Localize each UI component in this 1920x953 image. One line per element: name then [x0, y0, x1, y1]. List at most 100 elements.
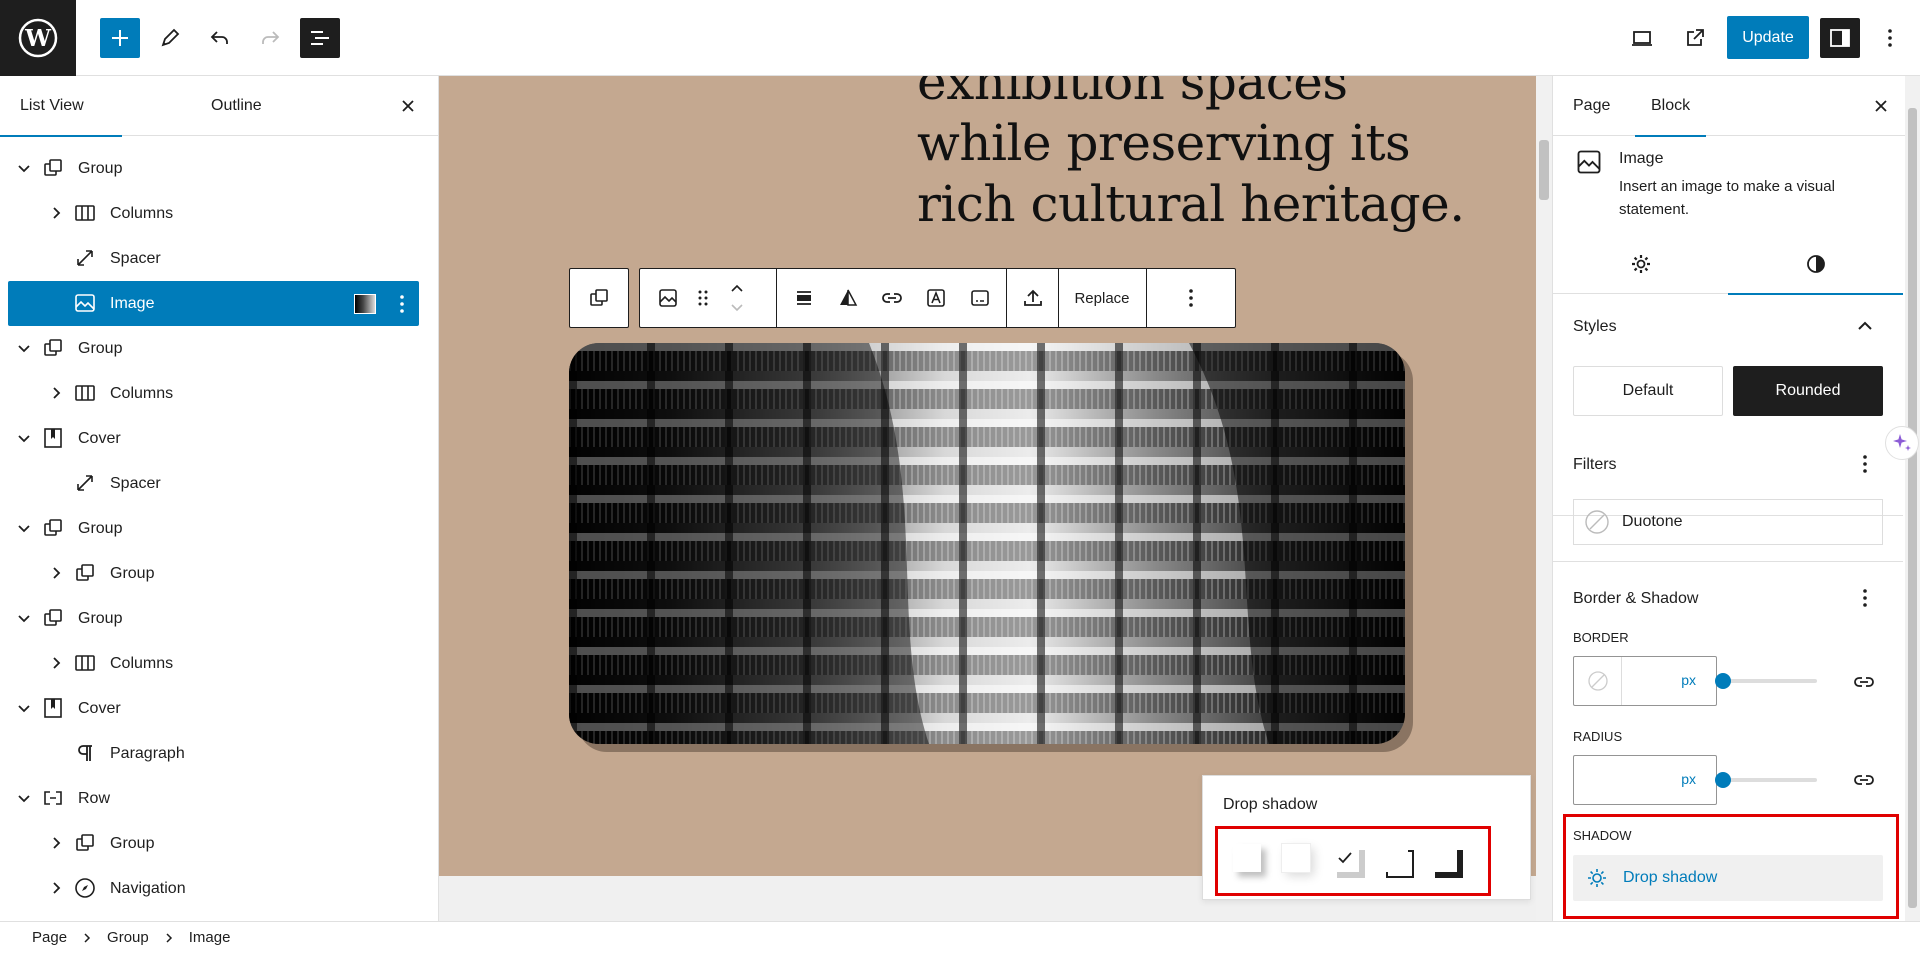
group-icon: [44, 609, 62, 626]
style-default-button[interactable]: Default: [1573, 366, 1723, 416]
add-text-over-image-button[interactable]: [914, 269, 958, 327]
shadow-preset-crisp[interactable]: [1429, 844, 1457, 872]
align-button[interactable]: [782, 269, 826, 327]
block-options-button[interactable]: [1147, 269, 1235, 327]
document-overview-button[interactable]: [300, 18, 340, 58]
shadow-preset-sharp[interactable]: [1331, 844, 1359, 872]
list-item-paragraph[interactable]: Paragraph: [8, 731, 419, 776]
list-item-columns[interactable]: Columns: [8, 371, 419, 416]
apply-duotone-button[interactable]: [826, 269, 870, 327]
style-rounded-button[interactable]: Rounded: [1733, 366, 1883, 416]
list-view-panel: List View Outline Group Columns Spacer Imag…: [0, 76, 439, 921]
add-block-button[interactable]: [100, 18, 140, 58]
move-up-down-buttons[interactable]: [720, 269, 754, 327]
list-item-spacer[interactable]: Spacer: [8, 461, 419, 506]
slider-knob[interactable]: [1715, 673, 1731, 689]
list-item-cover[interactable]: Cover: [8, 686, 419, 731]
duotone-picker[interactable]: Duotone: [1573, 499, 1883, 545]
tab-styles[interactable]: [1728, 234, 1903, 295]
drag-handle[interactable]: [688, 269, 718, 327]
border-color-swatch[interactable]: [1574, 657, 1622, 705]
more-vertical-icon[interactable]: [1853, 452, 1877, 476]
list-item-columns[interactable]: Columns: [8, 191, 419, 236]
list-item-group[interactable]: Group: [8, 326, 419, 371]
insert-link-button[interactable]: [870, 269, 914, 327]
breadcrumb-item[interactable]: Group: [107, 929, 149, 946]
tab-outline[interactable]: Outline: [211, 76, 262, 136]
ai-assistant-button[interactable]: [1885, 426, 1919, 460]
canvas-scroll-thumb[interactable]: [1539, 140, 1549, 200]
radius-input[interactable]: px: [1573, 755, 1717, 805]
settings-scroll-thumb[interactable]: [1908, 108, 1917, 908]
more-vertical-icon[interactable]: [1853, 586, 1877, 610]
shadow-preset-natural[interactable]: [1233, 844, 1261, 872]
chevron-down-icon[interactable]: [14, 158, 34, 178]
list-item-cover[interactable]: Cover: [8, 416, 419, 461]
styles-title[interactable]: Styles: [1573, 318, 1617, 336]
link-corners-icon[interactable]: [1852, 768, 1876, 792]
building-photo[interactable]: [569, 343, 1405, 744]
tab-list-view[interactable]: List View: [0, 76, 122, 137]
border-width-slider[interactable]: [1715, 673, 1817, 689]
chevron-right-icon[interactable]: [46, 563, 66, 583]
settings-scrollbar[interactable]: [1905, 76, 1920, 921]
tab-settings[interactable]: [1553, 234, 1728, 294]
view-page-button[interactable]: [1675, 18, 1715, 58]
list-item-spacer[interactable]: Spacer: [8, 236, 419, 281]
upload-button[interactable]: [1010, 269, 1056, 327]
chevron-right-icon[interactable]: [46, 833, 66, 853]
toolbar-separator: [1006, 269, 1007, 327]
list-item-row[interactable]: Row: [8, 776, 419, 821]
preview-button[interactable]: [1622, 18, 1662, 58]
block-type-image-button[interactable]: [648, 269, 688, 327]
border-unit[interactable]: px: [1681, 672, 1696, 688]
slider-knob[interactable]: [1715, 772, 1731, 788]
chevron-up-icon[interactable]: [1853, 314, 1877, 338]
list-item-navigation[interactable]: Navigation: [8, 866, 419, 911]
settings-toggle-button[interactable]: [1820, 18, 1860, 58]
shadow-preset-outlined[interactable]: [1380, 844, 1408, 872]
close-list-view-button[interactable]: [396, 94, 420, 118]
chevron-down-icon[interactable]: [14, 518, 34, 538]
wordpress-logo-button[interactable]: W: [0, 0, 76, 76]
shadow-preset-deep[interactable]: [1282, 844, 1310, 872]
chevron-down-icon[interactable]: [14, 698, 34, 718]
tab-page[interactable]: Page: [1573, 76, 1610, 136]
tab-block[interactable]: Block: [1634, 76, 1707, 137]
tools-button[interactable]: [150, 18, 190, 58]
list-item-columns[interactable]: Columns: [8, 641, 419, 686]
canvas-scrollbar[interactable]: [1536, 76, 1552, 921]
list-item-group[interactable]: Group: [8, 506, 419, 551]
radius-unit[interactable]: px: [1681, 771, 1696, 787]
chevron-down-icon[interactable]: [14, 428, 34, 448]
canvas-heading[interactable]: exhibition spaces while preserving its r…: [917, 76, 1477, 235]
chevron-down-icon[interactable]: [14, 788, 34, 808]
border-width-input[interactable]: px: [1573, 656, 1717, 706]
more-vertical-icon[interactable]: [392, 292, 412, 316]
chevron-right-icon[interactable]: [46, 653, 66, 673]
list-item-image[interactable]: Image: [8, 281, 419, 326]
chevron-down-icon[interactable]: [14, 338, 34, 358]
chevron-right-icon[interactable]: [46, 383, 66, 403]
breadcrumb-item[interactable]: Image: [189, 929, 231, 946]
select-parent-button[interactable]: [570, 269, 628, 327]
replace-button[interactable]: Replace: [1059, 269, 1145, 327]
update-button[interactable]: Update: [1727, 16, 1809, 59]
list-item-group[interactable]: Group: [8, 596, 419, 641]
undo-button[interactable]: [200, 18, 240, 58]
add-caption-button[interactable]: [958, 269, 1002, 327]
redo-button[interactable]: [250, 18, 290, 58]
redo-icon: [262, 31, 280, 44]
breadcrumb-item[interactable]: Page: [32, 929, 67, 946]
chevron-down-icon[interactable]: [14, 608, 34, 628]
list-item-group[interactable]: Group: [8, 821, 419, 866]
chevron-right-icon[interactable]: [46, 203, 66, 223]
chevron-right-icon[interactable]: [46, 878, 66, 898]
close-settings-button[interactable]: [1869, 94, 1893, 118]
link-sides-icon[interactable]: [1852, 670, 1876, 694]
options-menu-button[interactable]: [1870, 18, 1910, 58]
radius-slider[interactable]: [1715, 772, 1817, 788]
list-item-group[interactable]: Group: [8, 146, 419, 191]
drop-shadow-button[interactable]: Drop shadow: [1573, 855, 1883, 901]
list-item-group[interactable]: Group: [8, 551, 419, 596]
